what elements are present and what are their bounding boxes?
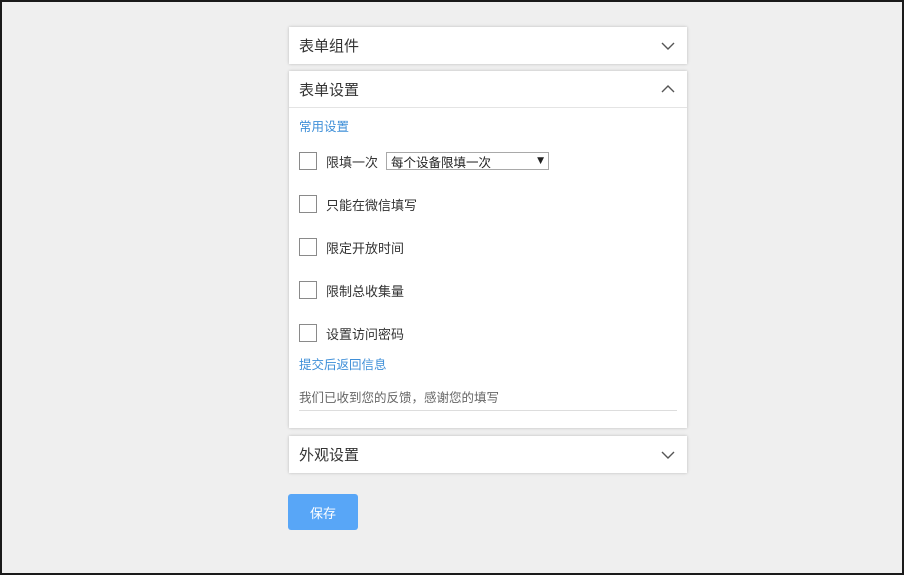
panel-form-settings: 表单设置 常用设置 限填一次 每个设备限填一次 ▼ 只能在微信填写 限定开放时间…: [289, 71, 687, 428]
chevron-down-icon[interactable]: [661, 450, 675, 460]
total-limit-checkbox[interactable]: [299, 281, 317, 299]
open-time-label: 限定开放时间: [326, 241, 405, 257]
panel-appearance: 外观设置: [289, 436, 687, 473]
panel-title: 表单组件: [299, 37, 360, 55]
wechat-only-label: 只能在微信填写: [326, 198, 418, 214]
option-total-limit: 限制总收集量: [299, 280, 677, 300]
panel-form-components: 表单组件: [289, 27, 687, 64]
panel-header-appearance[interactable]: 外观设置: [289, 436, 687, 473]
panel-title: 表单设置: [299, 80, 360, 99]
wechat-only-checkbox[interactable]: [299, 195, 317, 213]
return-message-input[interactable]: 我们已收到您的反馈，感谢您的填写: [299, 386, 677, 411]
panel-header-form-components[interactable]: 表单组件: [289, 27, 687, 64]
option-limit-once: 限填一次 每个设备限填一次 ▼: [299, 151, 677, 171]
dropdown-triangle-icon: ▼: [537, 156, 545, 166]
form-settings-body: 常用设置 限填一次 每个设备限填一次 ▼ 只能在微信填写 限定开放时间 限制总收…: [289, 119, 687, 411]
option-access-password: 设置访问密码: [299, 323, 677, 343]
access-password-label: 设置访问密码: [326, 327, 405, 343]
total-limit-label: 限制总收集量: [326, 284, 405, 300]
open-time-checkbox[interactable]: [299, 238, 317, 256]
limit-once-checkbox[interactable]: [299, 152, 317, 170]
limit-mode-select-value: 每个设备限填一次: [391, 154, 492, 170]
save-button[interactable]: 保存: [288, 494, 358, 530]
limit-mode-select[interactable]: 每个设备限填一次 ▼: [386, 152, 550, 170]
common-settings-label: 常用设置: [299, 119, 350, 134]
panel-header-form-settings[interactable]: 表单设置: [289, 71, 687, 108]
chevron-up-icon[interactable]: [661, 84, 675, 94]
limit-once-label: 限填一次: [326, 155, 379, 171]
return-info-label: 提交后返回信息: [299, 357, 387, 372]
option-wechat-only: 只能在微信填写: [299, 194, 677, 214]
panel-title: 外观设置: [299, 446, 360, 464]
chevron-down-icon[interactable]: [661, 41, 675, 51]
option-open-time: 限定开放时间: [299, 237, 677, 257]
access-password-checkbox[interactable]: [299, 324, 317, 342]
